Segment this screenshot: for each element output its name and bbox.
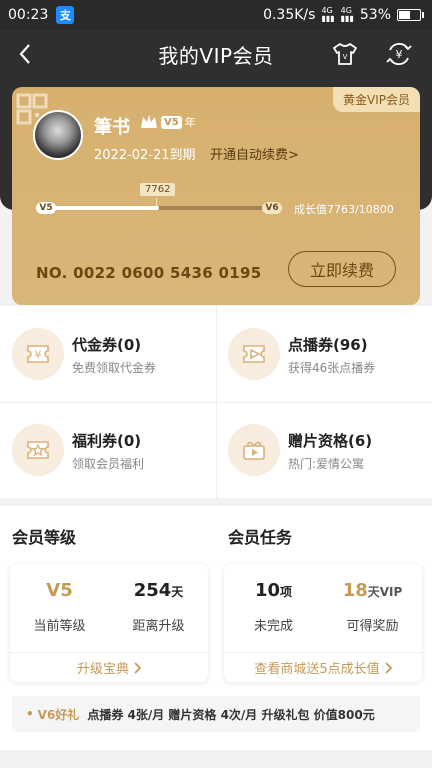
vip-card: 黄金VIP会员 筆书 V5 年 2022-02-21到期 开通自动续费> 776… <box>12 87 420 305</box>
vip-member-page: 00:23 支 0.35K/s 4G ▮▮▮ 4G ▮▮▮ 53% 我的VIP会员 … <box>0 0 432 768</box>
level-badge-suffix: 年 <box>184 116 196 129</box>
coupon-title: 点播券(96) <box>288 336 368 354</box>
progress-marker: 7762 <box>140 183 176 196</box>
coupon-subtitle: 热门:爱情公寓 <box>288 457 365 471</box>
incomplete-tasks: 10项 未完成 <box>224 580 323 634</box>
member-level-title: 会员等级 <box>12 528 77 547</box>
growth-progress: V5 V6 <box>36 202 282 214</box>
coupon-cash[interactable]: ¥ 代金券(0) 免费领取代金券 <box>0 306 216 402</box>
svg-text:¥: ¥ <box>35 349 42 362</box>
v6-benefits-label: V6好礼 <box>37 707 80 722</box>
coupon-subtitle: 获得46张点播券 <box>288 361 376 375</box>
days-to-upgrade-label: 距离升级 <box>132 619 185 634</box>
card-number: NO. 0022 0600 5436 0195 <box>36 264 262 282</box>
current-level-value: V5 <box>46 580 73 601</box>
level-badge-value: V5 <box>161 115 182 129</box>
task-reward-label: 可得奖励 <box>346 619 399 634</box>
days-to-upgrade: 254天 距离升级 <box>109 580 208 634</box>
expire-date: 2022-02-21到期 <box>94 148 196 163</box>
coupon-play[interactable]: 点播券(96) 获得46张点播券 <box>216 306 432 402</box>
yen-coupon-icon: ¥ <box>12 328 64 380</box>
incomplete-tasks-value: 10项 <box>254 580 293 601</box>
username: 筆书 <box>94 117 130 138</box>
section-gap <box>0 498 432 506</box>
svg-text:V: V <box>343 53 348 61</box>
member-task-card: 10项 未完成 18天VIP 可得奖励 查看商城送5点成长值 <box>224 564 422 682</box>
nav-bar: 我的VIP会员 V ¥ <box>0 30 432 78</box>
star-coupon-icon <box>12 424 64 476</box>
signal-icon: 4G ▮▮▮ <box>321 6 335 23</box>
bottom-gap <box>0 750 432 768</box>
signal-icon-2: 4G ▮▮▮ <box>340 6 354 23</box>
back-arrow-icon <box>19 44 30 64</box>
progress-start-level: V5 <box>36 202 56 214</box>
coupon-title: 赠片资格(6) <box>288 432 373 450</box>
current-level-label: 当前等级 <box>33 619 86 634</box>
chevron-right-icon <box>385 661 392 674</box>
coupon-title: 福利券(0) <box>72 432 142 450</box>
vip-level-badge: V5 年 <box>140 114 196 130</box>
days-to-upgrade-value: 254天 <box>133 580 184 601</box>
net-speed: 0.35K/s <box>263 7 316 23</box>
crown-icon <box>141 115 157 128</box>
auto-renew-link[interactable]: 开通自动续费> <box>210 144 299 163</box>
coupon-welfare[interactable]: 福利券(0) 领取会员福利 <box>0 402 216 498</box>
status-time: 00:23 <box>8 7 49 23</box>
v6-benefits-text: 点播券 4张/月 赠片资格 4次/月 升级礼包 价值800元 <box>87 707 375 722</box>
avatar[interactable] <box>33 110 83 160</box>
progress-end-level: V6 <box>262 202 282 214</box>
coupon-title: 代金券(0) <box>72 336 142 354</box>
coupon-subtitle: 免费领取代金券 <box>72 361 157 375</box>
card-type-tag: 黄金VIP会员 <box>333 87 420 112</box>
coupon-subtitle: 领取会员福利 <box>72 457 145 471</box>
v6-benefits-bar[interactable]: • V6好礼 点播券 4张/月 赠片资格 4次/月 升级礼包 价值800元 <box>12 696 420 732</box>
member-section: 会员等级 会员任务 V5 当前等级 254天 距离升级 升级宝典 10项 未完成… <box>0 506 432 750</box>
coupons-grid: ¥ 代金券(0) 免费领取代金券 点播券(96) 获得46张点播券 福利券(0)… <box>0 306 432 498</box>
member-task-title: 会员任务 <box>228 528 293 547</box>
tshirt-icon: V <box>333 43 357 65</box>
task-reward-value: 18天VIP <box>342 580 403 601</box>
tshirt-button[interactable]: V <box>330 39 360 69</box>
battery-percent: 53% <box>359 7 391 23</box>
svg-text:¥: ¥ <box>396 48 403 61</box>
bullet-dot: • <box>26 707 34 721</box>
play-coupon-icon <box>228 328 280 380</box>
battery-icon <box>397 9 424 21</box>
chevron-right-icon <box>134 661 141 674</box>
mall-task-link[interactable]: 查看商城送5点成长值 <box>224 652 422 682</box>
alipay-icon: 支 <box>56 6 75 24</box>
member-level-card: V5 当前等级 254天 距离升级 升级宝典 <box>10 564 208 682</box>
refund-button[interactable]: ¥ <box>384 39 414 69</box>
coupon-gift-video[interactable]: 赠片资格(6) 热门:爱情公寓 <box>216 402 432 498</box>
upgrade-guide-link[interactable]: 升级宝典 <box>10 652 208 682</box>
renew-button[interactable]: 立即续费 <box>288 251 396 287</box>
page-title: 我的VIP会员 <box>158 43 274 68</box>
back-button[interactable] <box>12 40 38 68</box>
growth-value: 成长值7763/10800 <box>294 203 394 216</box>
current-level: V5 当前等级 <box>10 580 109 634</box>
gift-video-icon <box>228 424 280 476</box>
yen-cycle-icon: ¥ <box>386 42 412 66</box>
task-reward: 18天VIP 可得奖励 <box>323 580 422 634</box>
status-bar: 00:23 支 0.35K/s 4G ▮▮▮ 4G ▮▮▮ 53% <box>0 0 432 30</box>
incomplete-tasks-label: 未完成 <box>253 619 293 634</box>
